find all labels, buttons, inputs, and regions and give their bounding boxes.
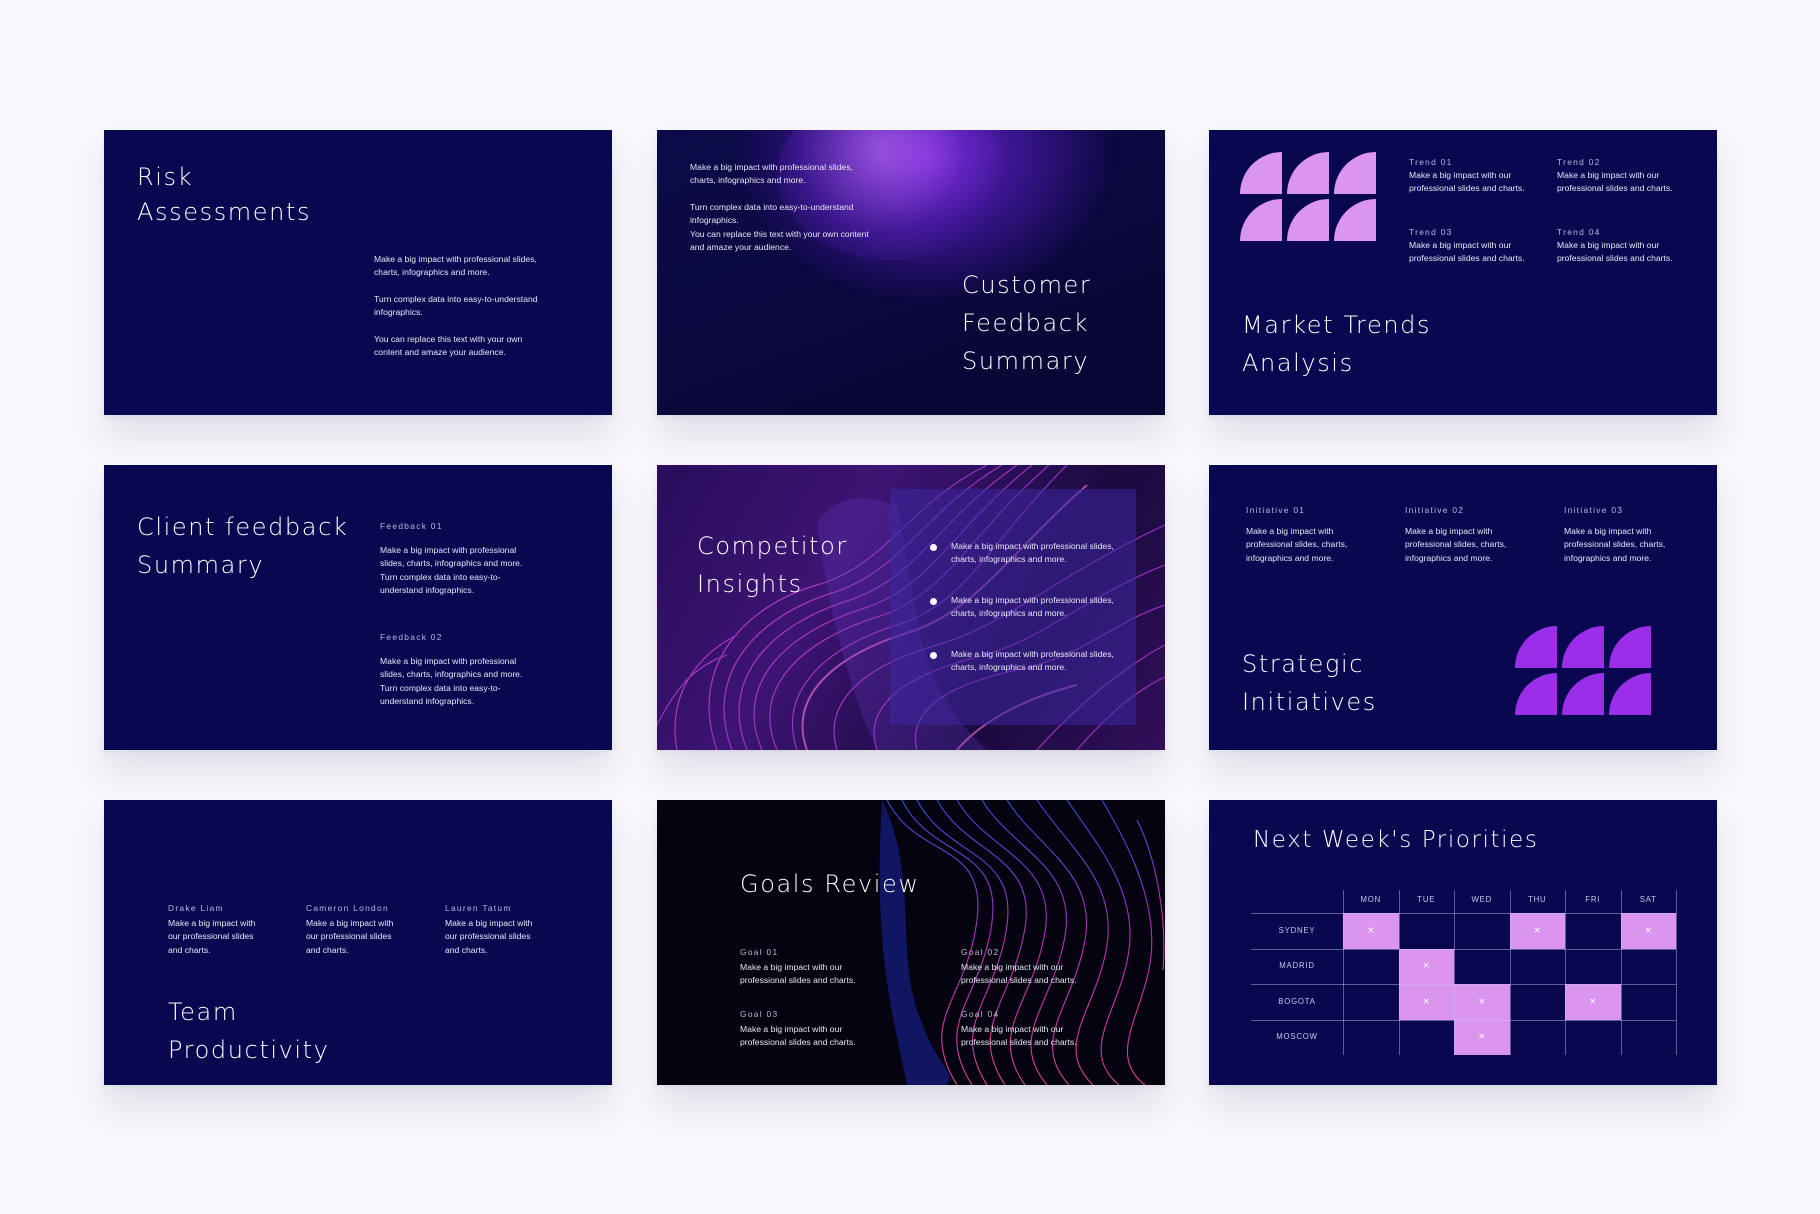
slide-title-line1: Market Trends [1242, 311, 1432, 339]
grid-row-line [1251, 1019, 1676, 1021]
slide-title: Goals Review [740, 870, 920, 898]
slide-title-line2: Assessments [137, 198, 312, 226]
slide-title-line2: Productivity [168, 1036, 330, 1064]
slide-title-line3: Summary [962, 347, 1090, 375]
slide-title-line1: Competitor [697, 532, 848, 560]
slide-body-text: Make a big impact with professional slid… [374, 254, 538, 358]
goal-label: Goal 02 [961, 947, 1000, 957]
priority-cell-marked: × [1454, 1019, 1510, 1055]
trend-label: Trend 03 [1409, 227, 1453, 237]
slide-title-line2: Summary [137, 551, 265, 579]
slide-title-line1: Customer [962, 271, 1092, 299]
slide-strategic-initiatives[interactable]: Initiative 01 Make a big impact with pro… [1209, 465, 1717, 750]
initiative-label: Initiative 01 [1246, 505, 1306, 515]
slide-title-line1: Client feedback [137, 513, 349, 541]
slide-body-text: Make a big impact with professional slid… [690, 162, 869, 252]
slide-risk-assessments[interactable]: Risk Assessments Make a big impact with … [104, 130, 612, 415]
goal-text: Make a big impact with our professional … [740, 962, 856, 986]
city-label-moscow: MOSCOW [1276, 1032, 1318, 1042]
grid-col-line [1676, 890, 1677, 1055]
goal-text: Make a big impact with our professional … [740, 1024, 856, 1048]
grid-col-line [1398, 890, 1400, 1055]
bullet-text: Make a big impact with professional slid… [951, 595, 1114, 619]
initiative-text: Make a big impact with professional slid… [1564, 526, 1666, 563]
slide-client-feedback[interactable]: Client feedback Summary Feedback 01 Make… [104, 465, 612, 750]
priority-cell-marked: × [1398, 984, 1454, 1020]
day-label-sat: SAT [1639, 895, 1657, 904]
feedback-label: Feedback 01 [380, 521, 443, 531]
slide-competitor-insights[interactable]: Competitor Insights Make a big impact wi… [657, 465, 1165, 750]
bullet-dot-icon [930, 544, 937, 551]
initiative-label: Initiative 02 [1405, 505, 1465, 515]
member-name: Lauren Tatum [445, 903, 512, 913]
goal-text: Make a big impact with our professional … [961, 962, 1077, 986]
day-label-thu: THU [1528, 895, 1547, 904]
slide-market-trends[interactable]: Trend 01 Make a big impact with our prof… [1209, 130, 1717, 415]
grid-row-line [1251, 913, 1676, 914]
initiative-text: Make a big impact with professional slid… [1405, 526, 1507, 563]
slide-customer-feedback[interactable]: Make a big impact with professional slid… [657, 130, 1165, 415]
slide-title-line1: Risk [137, 163, 194, 191]
slide-title-line2: Initiatives [1242, 688, 1377, 716]
day-label-wed: WED [1471, 895, 1493, 904]
priority-cell-marked: × [1454, 984, 1510, 1020]
priority-cell-marked: × [1620, 913, 1676, 949]
day-label-tue: TUE [1417, 895, 1436, 904]
initiative-text: Make a big impact with professional slid… [1246, 526, 1348, 563]
feedback-text: Make a big impact with professional slid… [380, 656, 523, 706]
priority-cell-marked: × [1565, 984, 1621, 1020]
city-label-bogota: BOGOTA [1278, 996, 1316, 1006]
bullet-text: Make a big impact with professional slid… [951, 541, 1114, 565]
trend-text: Make a big impact with our professional … [1557, 170, 1673, 194]
member-name: Drake Liam [168, 903, 224, 913]
trend-text: Make a big impact with our professional … [1409, 170, 1525, 194]
bullet-dot-icon [930, 652, 937, 659]
trend-text: Make a big impact with our professional … [1409, 240, 1525, 264]
bullet-dot-icon [930, 598, 937, 605]
priority-cell-marked: × [1343, 913, 1399, 949]
grid-row-line [1251, 948, 1676, 950]
grid-col-line [1565, 890, 1566, 1055]
slide-team-productivity[interactable]: Drake Liam Make a big impact with our pr… [104, 800, 612, 1085]
city-label-sydney: SYDNEY [1278, 925, 1316, 935]
slide-title-line1: Strategic [1242, 650, 1365, 678]
slide-goals-review[interactable]: Goals Review Goal 01 Make a big impact w… [657, 800, 1165, 1085]
grid-col-line [1343, 890, 1344, 1055]
trend-text: Make a big impact with our professional … [1557, 240, 1673, 264]
grid-col-line [1620, 890, 1622, 1055]
slide-title-line2: Insights [697, 570, 803, 598]
member-text: Make a big impact with our professional … [168, 918, 256, 955]
priority-cell-marked: × [1509, 913, 1565, 949]
goal-label: Goal 03 [740, 1009, 779, 1019]
trend-label: Trend 01 [1409, 157, 1453, 167]
priority-cell-marked: × [1398, 948, 1454, 984]
trend-label: Trend 02 [1557, 157, 1601, 167]
feedback-text: Make a big impact with professional slid… [380, 545, 523, 595]
slide-title-line1: Team [168, 998, 238, 1026]
member-text: Make a big impact with our professional … [306, 918, 394, 955]
priority-schedule-table: MON TUE WED THU FRI SAT × × × × × × × × SYDNEY MADRID BO… [1209, 800, 1717, 1085]
city-label-madrid: MADRID [1279, 961, 1315, 971]
member-text: Make a big impact with our professional … [445, 918, 533, 955]
slide-title-line2: Analysis [1242, 349, 1354, 377]
initiative-label: Initiative 03 [1564, 505, 1624, 515]
bullet-text: Make a big impact with professional slid… [951, 649, 1114, 673]
member-name: Cameron London [306, 903, 389, 913]
abstract-wave-art [879, 800, 1165, 1085]
grid-col-line [1454, 890, 1455, 1055]
trend-label: Trend 04 [1557, 227, 1601, 237]
grid-col-line [1509, 890, 1511, 1055]
goal-label: Goal 01 [740, 947, 779, 957]
slide-next-week-priorities[interactable]: Next Week's Priorities MON TUE WED THU FRI SA… [1209, 800, 1717, 1085]
goal-text: Make a big impact with our professional … [961, 1024, 1077, 1048]
slide-title-line2: Feedback [962, 309, 1090, 337]
day-label-mon: MON [1360, 895, 1382, 904]
goal-label: Goal 04 [961, 1009, 1000, 1019]
grid-row-line [1251, 984, 1676, 985]
feedback-label: Feedback 02 [380, 632, 443, 642]
day-label-fri: FRI [1585, 895, 1601, 904]
